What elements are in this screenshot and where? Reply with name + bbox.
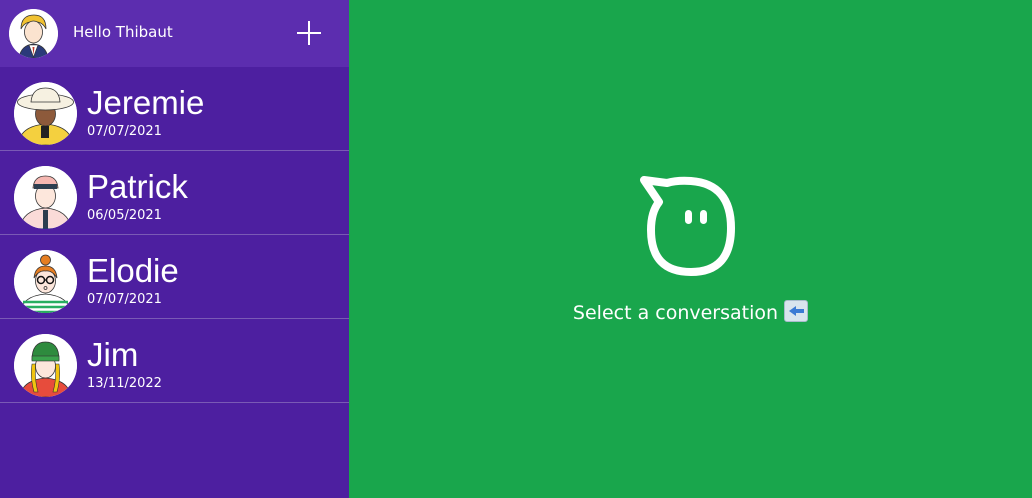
conversation-date: 07/07/2021 bbox=[87, 124, 162, 139]
left-arrow-icon bbox=[784, 300, 809, 322]
conversation-name: Jim bbox=[87, 336, 139, 373]
conversation-name: Jeremie bbox=[87, 84, 205, 121]
conversation-date: 06/05/2021 bbox=[87, 208, 162, 223]
conversation-item-patrick[interactable]: Patrick 06/05/2021 bbox=[0, 151, 349, 235]
sidebar: Hello Thibaut Jeremie 07/07/2021 Patrick… bbox=[0, 0, 349, 498]
empty-state-message: Select a conversation bbox=[349, 300, 1032, 324]
user-avatar-icon[interactable] bbox=[9, 9, 58, 58]
sidebar-header: Hello Thibaut bbox=[0, 0, 349, 67]
conversation-item-jim[interactable]: Jim 13/11/2022 bbox=[0, 319, 349, 403]
conversation-date: 13/11/2022 bbox=[87, 376, 162, 391]
avatar-beanie-icon bbox=[14, 334, 77, 397]
main-panel: Select a conversation bbox=[349, 0, 1032, 498]
avatar-sunhat-icon bbox=[14, 82, 77, 145]
conversation-name: Patrick bbox=[87, 168, 188, 205]
empty-state-text: Select a conversation bbox=[572, 302, 779, 324]
avatar-glasses-icon bbox=[14, 250, 77, 313]
avatar-cap-icon bbox=[14, 166, 77, 229]
add-conversation-button[interactable] bbox=[293, 17, 325, 49]
chat-bubble-icon bbox=[640, 176, 735, 276]
conversation-date: 07/07/2021 bbox=[87, 292, 162, 307]
conversation-name: Elodie bbox=[87, 252, 179, 289]
conversation-item-elodie[interactable]: Elodie 07/07/2021 bbox=[0, 235, 349, 319]
conversation-item-jeremie[interactable]: Jeremie 07/07/2021 bbox=[0, 67, 349, 151]
greeting-text: Hello Thibaut bbox=[73, 23, 173, 41]
